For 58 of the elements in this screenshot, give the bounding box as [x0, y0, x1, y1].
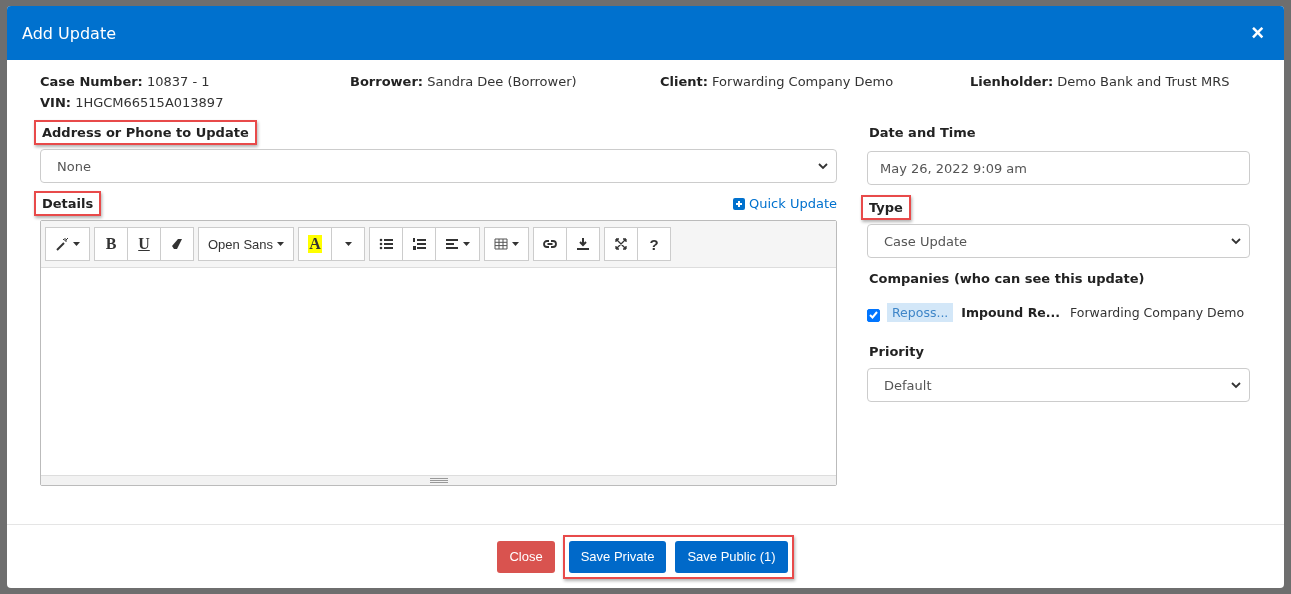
caret-icon	[277, 242, 285, 246]
info-field: VIN: 1HGCM66515A013897	[40, 95, 350, 110]
help-button[interactable]: ?	[637, 227, 672, 261]
magic-wand-icon	[55, 237, 69, 251]
checkbox[interactable]	[867, 308, 880, 322]
fullscreen-icon	[614, 237, 629, 251]
highlight-color-button[interactable]: A	[298, 227, 333, 261]
table-icon	[494, 237, 509, 251]
link-button[interactable]	[533, 227, 568, 261]
chevron-down-icon	[818, 162, 828, 170]
date-time-field[interactable]: May 26, 2022 9:09 am	[867, 151, 1250, 185]
fullscreen-button[interactable]	[604, 227, 639, 261]
bullet-list-button[interactable]	[369, 227, 404, 261]
caret-icon	[344, 242, 352, 246]
clear-format-button[interactable]	[160, 227, 194, 261]
field-label: Date and Time	[868, 124, 977, 142]
caret-icon	[463, 242, 471, 246]
eraser-icon	[170, 237, 184, 251]
address-select[interactable]: None	[40, 149, 837, 183]
company-tag: Reposs...	[887, 303, 954, 322]
chevron-down-icon	[1231, 237, 1241, 245]
download-button[interactable]	[566, 227, 601, 261]
table-dropdown[interactable]	[484, 227, 530, 261]
close-button[interactable]: Close	[497, 540, 555, 573]
save-button[interactable]: Save Public (1)	[675, 540, 788, 573]
bold-button[interactable]: B	[94, 227, 128, 261]
info-field: Lienholder: Demo Bank and Trust MRS	[970, 74, 1251, 89]
info-field: Borrower: Sandra Dee (Borrower)	[350, 74, 660, 89]
font-dropdown[interactable]: Open Sans	[198, 227, 295, 261]
chevron-down-icon	[1231, 381, 1241, 389]
color-dropdown-button[interactable]	[331, 227, 366, 261]
field-label: Type	[861, 195, 911, 220]
type-select[interactable]: Case Update	[867, 224, 1250, 258]
align-left-icon	[445, 237, 460, 251]
field-label: Companies (who can see this update)	[868, 270, 1146, 288]
field-label: Priority	[868, 343, 925, 361]
company-name: Impound Re...	[961, 305, 1060, 320]
plus-square-icon	[733, 197, 745, 210]
magic-wand-button[interactable]	[45, 227, 90, 261]
field-label: Details	[34, 191, 102, 216]
align-dropdown[interactable]	[435, 227, 481, 261]
numbered-list-button[interactable]	[402, 227, 437, 261]
quick-update-link[interactable]: Quick Update	[733, 196, 837, 211]
save-button[interactable]: Save Private	[568, 540, 667, 573]
underline-button[interactable]: U	[127, 227, 161, 261]
field-label: Address or Phone to Update	[34, 120, 257, 145]
company-text: Forwarding Company Demo	[1070, 305, 1245, 320]
priority-select[interactable]: Default	[867, 368, 1250, 402]
download-icon	[576, 237, 591, 251]
caret-icon	[512, 242, 520, 246]
caret-icon	[73, 242, 80, 246]
info-field: Client: Forwarding Company Demo	[660, 74, 970, 89]
dialog-title: Add Update	[22, 23, 116, 43]
info-field: Case Number: 10837 - 1	[40, 74, 350, 89]
resize-grip-icon[interactable]	[429, 478, 448, 483]
link-icon	[543, 237, 558, 251]
numbered-list-icon	[412, 237, 427, 251]
bullet-list-icon	[379, 237, 394, 251]
